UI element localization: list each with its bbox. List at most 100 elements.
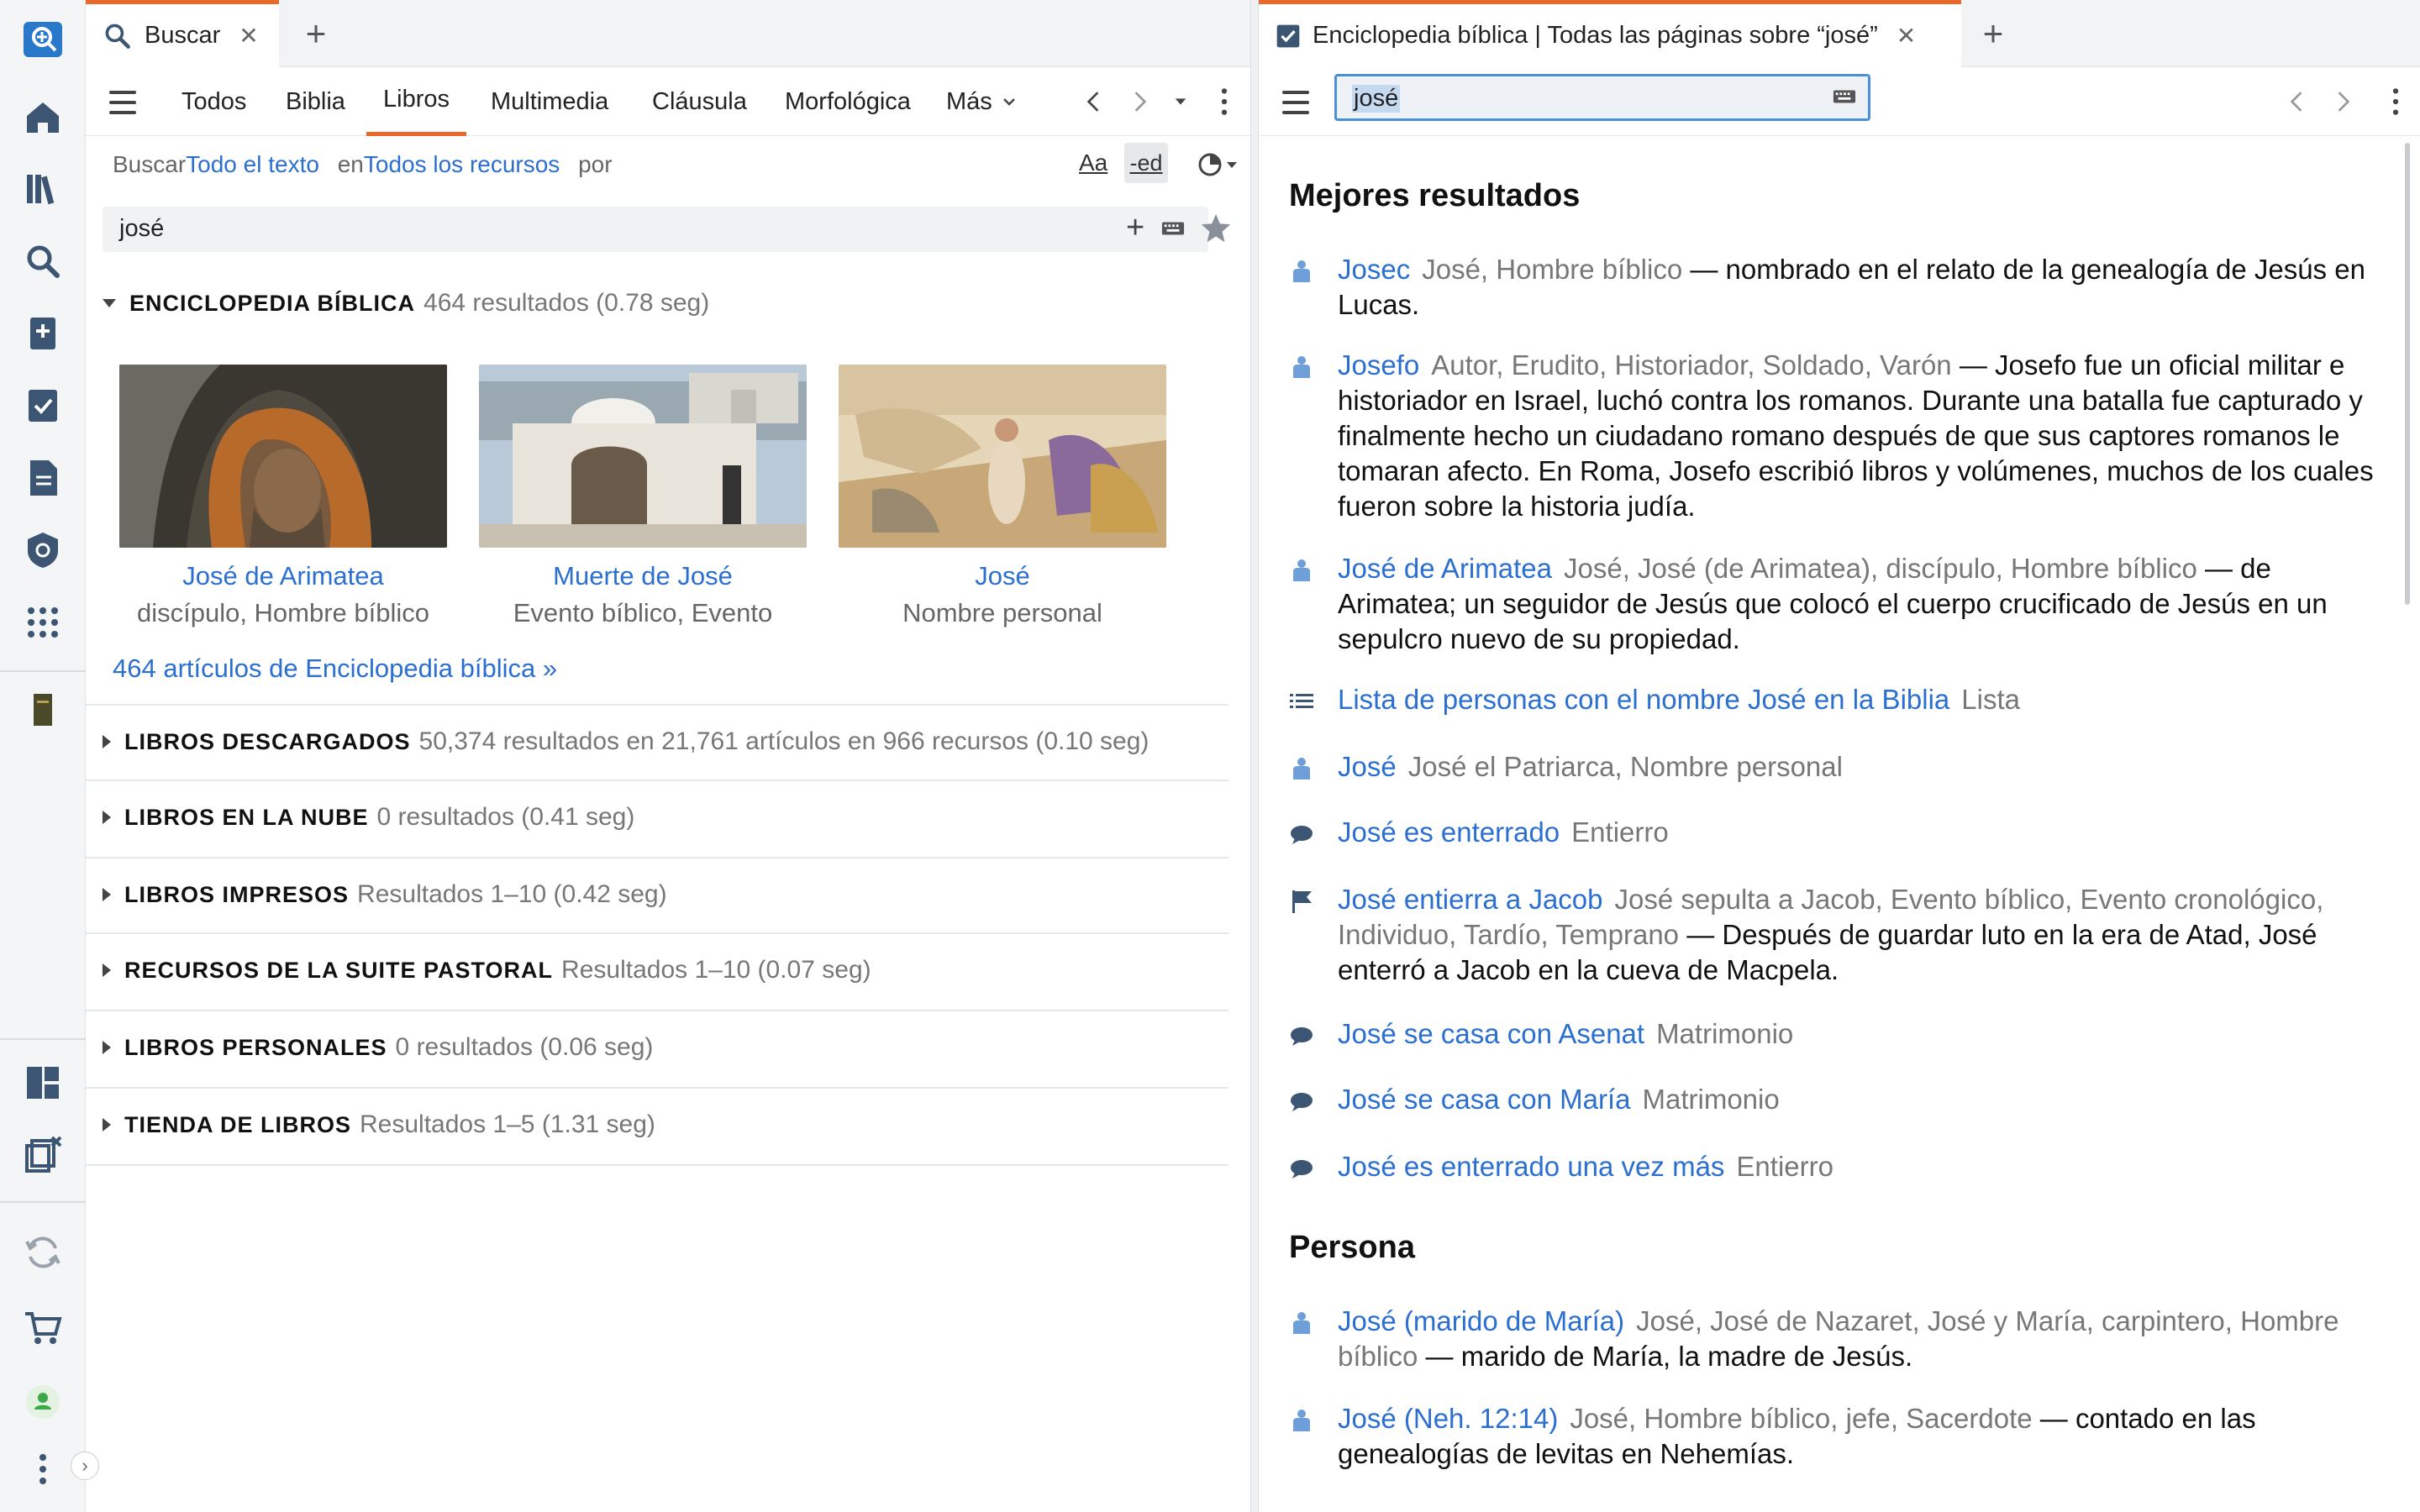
result-title-link[interactable]: José entierra a Jacob	[1338, 884, 1603, 915]
section-name: TIENDA DE LIBROS	[124, 1111, 352, 1137]
more-articles-link[interactable]: 464 artículos de Enciclopedia bíblica »	[113, 654, 557, 684]
star-icon[interactable]	[1200, 212, 1232, 244]
add-tab-button[interactable]: +	[294, 12, 338, 55]
forward-arrow-icon[interactable]	[1123, 84, 1158, 119]
result-item: José es enterrado una vez más Entierro	[1289, 1149, 2390, 1184]
logos-search-icon[interactable]	[15, 12, 71, 67]
result-title-link[interactable]: José (marido de María)	[1338, 1305, 1624, 1336]
card-subtitle: Evento bíblico, Evento	[513, 598, 773, 627]
match-options-icon[interactable]	[1195, 148, 1239, 181]
search-scope-line: BuscarTodo el texto enTodos los recursos…	[113, 151, 613, 178]
result-title-link[interactable]: Josefo	[1338, 349, 1419, 381]
nav-tab-mas[interactable]: Más	[943, 67, 1021, 136]
result-title-link[interactable]: Josec	[1338, 254, 1410, 285]
person-icon	[1293, 1312, 1310, 1334]
section-divider	[86, 932, 1228, 934]
result-title-link[interactable]: José se casa con Asenat	[1338, 1018, 1644, 1049]
result-meta: Entierro	[1736, 1151, 1833, 1182]
section-suite-pastoral[interactable]: RECURSOS DE LA SUITE PASTORAL Resultados…	[103, 956, 871, 984]
panel-menu-icon[interactable]	[2378, 84, 2413, 119]
back-arrow-icon[interactable]	[1076, 84, 1111, 119]
thumbnail-jose-de-arimatea[interactable]	[119, 365, 447, 548]
sync-icon[interactable]	[15, 1225, 71, 1280]
result-title-link[interactable]: José de Arimatea	[1338, 553, 1552, 584]
encyclopedia-search-input[interactable]: josé	[1334, 74, 1870, 121]
nav-tab-clausula[interactable]: Cláusula	[649, 67, 750, 136]
keyboard-icon[interactable]	[1833, 88, 1856, 105]
result-description: — marido de María, la madre de Jesús.	[1418, 1341, 1913, 1372]
nav-tab-mas-label: Más	[946, 87, 992, 115]
search-icon	[105, 24, 130, 49]
cart-icon[interactable]	[15, 1300, 71, 1356]
card-subtitle: discípulo, Hombre bíblico	[136, 598, 430, 627]
section-libros-descargados[interactable]: LIBROS DESCARGADOS 50,374 resultados en …	[103, 727, 1149, 756]
result-text: José se casa con María Matrimonio	[1338, 1082, 2390, 1117]
section-name: LIBROS IMPRESOS	[124, 881, 350, 907]
result-title-link[interactable]: José (Neh. 12:14)	[1338, 1403, 1558, 1434]
nav-tab-morfologica[interactable]: Morfológica	[781, 67, 914, 136]
book-cover-icon[interactable]	[15, 682, 71, 738]
hamburger-menu-icon[interactable]	[104, 84, 141, 121]
card-title[interactable]: Muerte de José	[462, 561, 823, 591]
home-icon[interactable]	[15, 89, 71, 144]
section-enciclopedia[interactable]: ENCICLOPEDIA BÍBLICA 464 resultados (0.7…	[103, 289, 709, 318]
section-libros-en-la-nube[interactable]: LIBROS EN LA NUBE 0 resultados (0.41 seg…	[103, 803, 634, 832]
scope-link[interactable]: Todo el texto	[186, 151, 319, 177]
nav-tab-multimedia[interactable]: Multimedia	[487, 67, 612, 136]
apps-grid-icon[interactable]	[15, 595, 71, 650]
nav-tab-biblia[interactable]: Biblia	[282, 67, 349, 136]
section-name: ENCICLOPEDIA BÍBLICA	[129, 290, 416, 316]
layouts-icon[interactable]	[15, 1055, 71, 1110]
result-title-link[interactable]: José	[1338, 751, 1397, 782]
section-meta: 50,374 resultados en 21,761 artículos en…	[418, 727, 1150, 755]
tab-buscar[interactable]: Buscar ✕	[86, 0, 279, 67]
close-tab-icon[interactable]: ✕	[239, 22, 258, 50]
tab-enciclopedia[interactable]: Enciclopedia bíblica | Todas las páginas…	[1259, 0, 1961, 67]
keyboard-icon[interactable]	[1161, 220, 1185, 237]
account-icon[interactable]	[15, 1374, 71, 1430]
more-vertical-icon[interactable]	[15, 1441, 71, 1497]
search-input[interactable]: josé +	[103, 207, 1208, 252]
shield-icon[interactable]	[15, 522, 71, 578]
resources-link[interactable]: Todos los recursos	[364, 151, 560, 177]
result-text: José se casa con Asenat Matrimonio	[1338, 1016, 2390, 1052]
expand-triangle-icon	[103, 1041, 111, 1054]
app-window: › Buscar ✕ + Todos Biblia Libros Multime…	[0, 0, 2420, 1512]
result-item: Josec José, Hombre bíblico — nombrado en …	[1289, 252, 2390, 323]
thumbnail-muerte-de-jose[interactable]	[479, 365, 807, 548]
section-libros-personales[interactable]: LIBROS PERSONALES 0 resultados (0.06 seg…	[103, 1033, 653, 1062]
nav-tab-todos[interactable]: Todos	[178, 67, 250, 136]
section-libros-impresos[interactable]: LIBROS IMPRESOS Resultados 1–10 (0.42 se…	[103, 880, 667, 909]
thumbnail-jose[interactable]	[839, 365, 1166, 548]
search-icon[interactable]	[15, 234, 71, 289]
history-dropdown-icon[interactable]	[1163, 84, 1198, 119]
back-arrow-icon[interactable]	[2279, 84, 2314, 119]
section-tienda-de-libros[interactable]: TIENDA DE LIBROS Resultados 1–5 (1.31 se…	[103, 1110, 655, 1139]
library-icon[interactable]	[15, 161, 71, 217]
card-title[interactable]: José de Arimatea	[103, 561, 464, 591]
stemming-toggle[interactable]: -ed	[1124, 143, 1168, 183]
document-icon[interactable]	[15, 450, 71, 506]
section-name: LIBROS EN LA NUBE	[124, 804, 369, 830]
add-tab-button[interactable]: +	[1971, 12, 2015, 55]
result-title-link[interactable]: José es enterrado una vez más	[1338, 1151, 1724, 1182]
notes-icon[interactable]	[15, 306, 71, 361]
case-sensitive-toggle[interactable]: Aa	[1079, 150, 1107, 176]
add-term-icon[interactable]: +	[1126, 210, 1144, 246]
result-title-link[interactable]: José es enterrado	[1338, 816, 1560, 848]
result-meta: José, Hombre bíblico	[1422, 254, 1683, 285]
result-title-link[interactable]: Lista de personas con el nombre José en …	[1338, 684, 1949, 715]
hamburger-menu-icon[interactable]	[1277, 84, 1314, 121]
result-title-link[interactable]: José se casa con María	[1338, 1084, 1631, 1115]
card-title[interactable]: José	[822, 561, 1183, 591]
checklist-icon[interactable]	[15, 378, 71, 433]
nav-tab-libros[interactable]: Libros	[366, 67, 466, 136]
panel-splitter[interactable]	[1250, 0, 1259, 1512]
close-tab-icon[interactable]: ✕	[1897, 22, 1916, 50]
result-text: Josefo Autor, Erudito, Historiador, Solda…	[1338, 348, 2390, 524]
close-panels-icon[interactable]	[15, 1127, 71, 1183]
panel-menu-icon[interactable]	[1207, 84, 1242, 119]
result-text: José (marido de María) José, José de Naza…	[1338, 1304, 2390, 1374]
scrollbar[interactable]	[2405, 143, 2410, 605]
forward-arrow-icon[interactable]	[2326, 84, 2361, 119]
